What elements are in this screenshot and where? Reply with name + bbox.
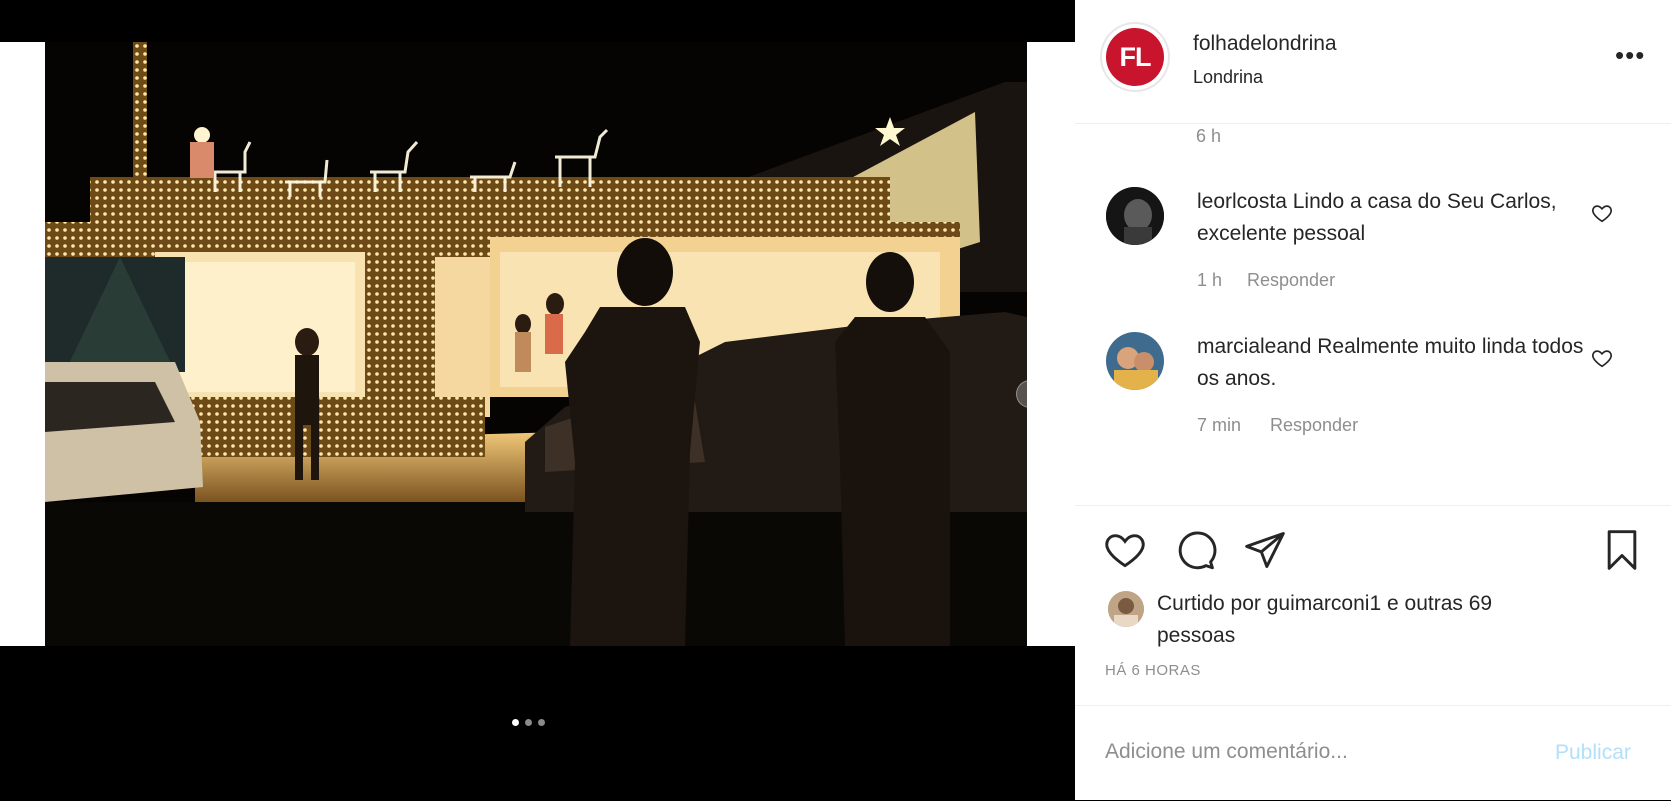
carousel-dot-1 — [512, 719, 519, 726]
more-horizontal-icon[interactable]: ••• — [1615, 42, 1645, 68]
user-photo-icon — [1108, 591, 1144, 627]
likes-summary: Curtido por guimarconi1 e outras 69 pess… — [1157, 588, 1557, 652]
user-photo-icon — [1106, 187, 1164, 245]
liker-avatar[interactable] — [1108, 591, 1144, 627]
likes-conjunction: e — [1386, 592, 1399, 615]
carousel-dots — [512, 719, 545, 726]
comment-icon[interactable] — [1173, 528, 1217, 572]
post-photo[interactable] — [45, 42, 1027, 646]
liker-username[interactable]: guimarconi1 — [1267, 592, 1381, 615]
add-comment-bar: Adicione um comentário... Publicar — [1075, 705, 1671, 801]
account-username[interactable]: folhadelondrina — [1193, 32, 1337, 56]
post-timestamp[interactable]: HÁ 6 HORAS — [1105, 662, 1201, 679]
photo-frame — [0, 42, 1075, 646]
post-actions: Curtido por guimarconi1 e outras 69 pess… — [1075, 505, 1671, 706]
publish-button[interactable]: Publicar — [1555, 741, 1631, 765]
comment-text: leorlcosta Lindo a casa do Seu Carlos, e… — [1197, 186, 1607, 250]
comment-input[interactable]: Adicione um comentário... — [1105, 740, 1348, 764]
carousel-dot-3 — [538, 719, 545, 726]
account-avatar[interactable]: FL — [1102, 24, 1168, 90]
comment-time: 7 min — [1197, 415, 1242, 435]
post-media: › — [0, 0, 1075, 800]
heart-icon[interactable] — [1103, 528, 1147, 572]
comment-time: 1 h — [1197, 270, 1223, 290]
comments-list: 6 h leorlcosta Lindo a casa do Seu Carlo… — [1075, 124, 1671, 504]
send-icon[interactable] — [1243, 528, 1287, 572]
post-location[interactable]: Londrina — [1193, 67, 1263, 88]
comment-username[interactable]: leorlcosta — [1197, 190, 1287, 213]
post-header: FL folhadelondrina Londrina ••• — [1075, 0, 1671, 124]
comment-text: marcialeand Realmente muito linda todos … — [1197, 331, 1607, 395]
likes-prefix: Curtido por — [1157, 592, 1261, 615]
user-photo-icon — [1106, 332, 1164, 390]
christmas-house-photo — [45, 42, 1027, 646]
like-comment-heart-icon[interactable] — [1591, 347, 1613, 369]
like-comment-heart-icon[interactable] — [1591, 202, 1613, 224]
post-panel: FL folhadelondrina Londrina ••• 6 h leor… — [1075, 0, 1671, 800]
reply-button[interactable]: Responder — [1270, 415, 1358, 436]
comment-avatar[interactable] — [1106, 332, 1164, 390]
avatar-initials: FL — [1106, 28, 1164, 86]
carousel-dot-2 — [525, 719, 532, 726]
carousel-next-button[interactable]: › — [1016, 380, 1044, 408]
reply-button[interactable]: Responder — [1247, 270, 1335, 291]
comment-avatar[interactable] — [1106, 187, 1164, 245]
caption-time: 6 h — [1196, 126, 1222, 146]
bookmark-icon[interactable] — [1600, 528, 1644, 572]
comment-username[interactable]: marcialeand — [1197, 335, 1311, 358]
